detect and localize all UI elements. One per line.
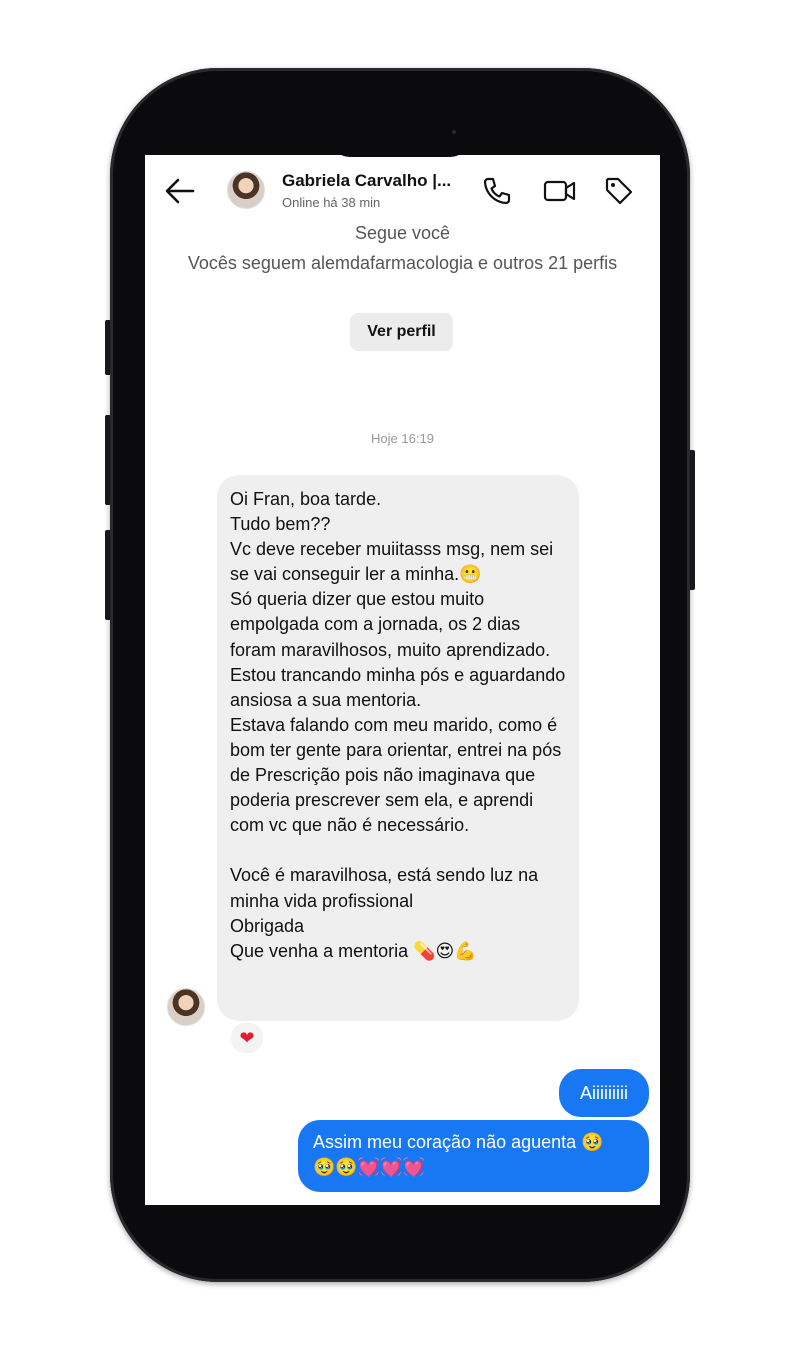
received-message-text: Oi Fran, boa tarde. Tudo bem?? Vc deve r… <box>230 489 566 961</box>
sent-message-text: Assim meu coração não aguenta 🥹 🥹🥹💓💓💓 <box>313 1132 604 1177</box>
sent-message-bubble[interactable]: Assim meu coração não aguenta 🥹 🥹🥹💓💓💓 <box>298 1120 649 1192</box>
received-message-bubble[interactable]: Oi Fran, boa tarde. Tudo bem?? Vc deve r… <box>217 475 579 1021</box>
online-status: Online há 38 min <box>282 195 381 210</box>
heart-icon[interactable]: ❤ <box>229 1021 265 1055</box>
chat-screen: Gabriela Carvalho |... Online há 38 min … <box>145 155 660 1205</box>
avatar[interactable] <box>227 171 265 209</box>
message-timestamp: Hoje 16:19 <box>371 431 434 446</box>
video-camera-icon[interactable] <box>542 175 578 207</box>
mutual-followers-text: Vocês seguem alemdafarmacologia e outros… <box>187 253 618 273</box>
sender-avatar[interactable] <box>167 988 205 1026</box>
tag-icon[interactable] <box>603 175 635 207</box>
contact-name[interactable]: Gabriela Carvalho |... <box>282 171 451 191</box>
sent-message-bubble[interactable]: Aiiiiiiiii <box>559 1069 649 1117</box>
back-arrow-icon[interactable] <box>163 175 197 207</box>
front-camera <box>452 130 456 134</box>
view-profile-button[interactable]: Ver perfil <box>350 313 453 351</box>
follows-you-text: Segue você <box>354 223 451 243</box>
phone-notch <box>330 125 470 157</box>
phone-call-icon[interactable] <box>481 175 513 207</box>
